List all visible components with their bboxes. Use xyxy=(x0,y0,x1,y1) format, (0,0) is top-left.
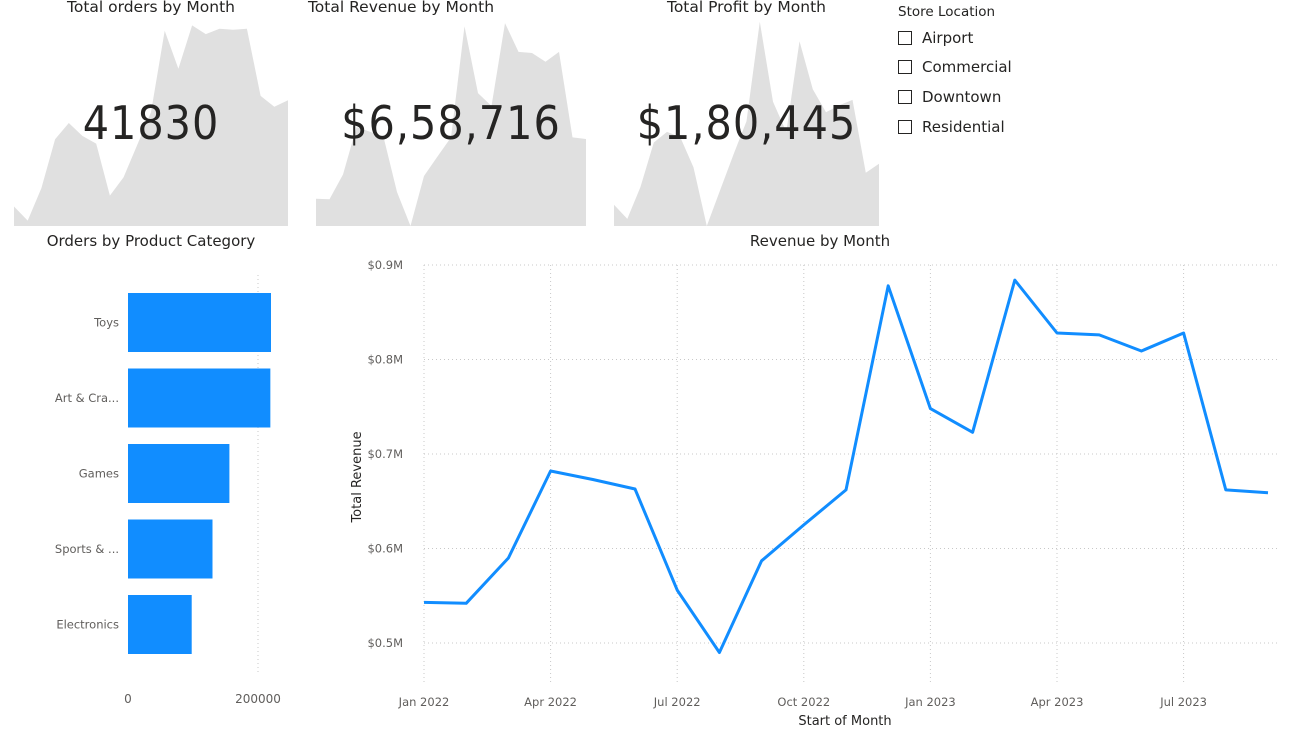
slicer-title: Store Location xyxy=(898,4,996,20)
category-label: Sports & ... xyxy=(55,542,119,556)
checkbox-icon[interactable] xyxy=(898,60,912,74)
kpi-card-orders[interactable]: Total orders by Month 41830 xyxy=(14,0,288,226)
kpi-title-profit: Total Profit by Month xyxy=(666,0,826,16)
slicer-option-label: Downtown xyxy=(922,88,1002,106)
slicer-option-residential[interactable]: Residential xyxy=(898,117,1005,137)
checkbox-icon[interactable] xyxy=(898,31,912,45)
bar[interactable] xyxy=(128,595,192,654)
kpi-value-revenue: $6,58,716 xyxy=(341,96,561,150)
category-label: Toys xyxy=(93,316,119,330)
slicer-option-label: Airport xyxy=(922,29,974,47)
kpi-value-orders: 41830 xyxy=(82,96,220,150)
y-tick-label: $0.9M xyxy=(367,258,403,272)
revenue-line[interactable] xyxy=(423,278,1269,654)
kpi-card-profit[interactable]: Total Profit by Month $1,80,445 xyxy=(614,0,879,226)
y-tick-label: $0.6M xyxy=(367,542,403,556)
category-label: Games xyxy=(79,467,119,481)
y-tick-label: $0.5M xyxy=(367,636,403,650)
y-tick-label: $0.7M xyxy=(367,447,403,461)
bar[interactable] xyxy=(128,293,271,352)
kpi-title-orders: Total orders by Month xyxy=(67,0,235,16)
y-tick-label: $0.8M xyxy=(367,353,403,367)
y-axis-title: Total Revenue xyxy=(350,431,365,523)
x-tick-label: Oct 2022 xyxy=(777,695,830,709)
x-tick-label: Jan 2022 xyxy=(398,695,450,709)
x-tick-label: Jan 2023 xyxy=(904,695,956,709)
checkbox-icon[interactable] xyxy=(898,120,912,134)
slicer-option-downtown[interactable]: Downtown xyxy=(898,87,1001,107)
x-tick-label: Apr 2023 xyxy=(1031,695,1084,709)
slicer-option-commercial[interactable]: Commercial xyxy=(898,57,1012,77)
kpi-value-profit: $1,80,445 xyxy=(636,96,857,150)
x-tick-label: Jul 2022 xyxy=(653,695,701,709)
bar-chart-title: Orders by Product Category xyxy=(46,232,256,250)
line-chart-title: Revenue by Month xyxy=(749,232,891,250)
checkbox-icon[interactable] xyxy=(898,90,912,104)
x-axis-title: Start of Month xyxy=(798,714,891,729)
x-tick-label: Apr 2022 xyxy=(524,695,577,709)
x-tick-label: 200000 xyxy=(235,692,281,706)
category-label: Electronics xyxy=(56,618,119,632)
slicer-option-label: Commercial xyxy=(922,58,1012,76)
revenue-by-month-chart[interactable]: $0.5M $0.6M $0.7M $0.8M $0.9M Jan 2022 Apr 202… xyxy=(340,250,1295,734)
bar[interactable] xyxy=(128,368,271,428)
bar[interactable] xyxy=(128,444,230,503)
slicer-option-airport[interactable]: Airport xyxy=(898,28,973,48)
category-label: Art & Cra... xyxy=(55,391,119,405)
orders-by-category-chart[interactable]: 0 200000 Toys Art & Cra... Games Sports & ...… xyxy=(0,255,300,710)
kpi-title-revenue: Total Revenue by Month xyxy=(307,0,495,16)
x-tick-label: Jul 2023 xyxy=(1159,695,1207,709)
bar[interactable] xyxy=(128,519,213,579)
slicer-option-label: Residential xyxy=(922,118,1005,136)
x-tick-label: 0 xyxy=(124,692,132,706)
kpi-card-revenue[interactable]: Total Revenue by Month $6,58,716 xyxy=(308,0,586,226)
